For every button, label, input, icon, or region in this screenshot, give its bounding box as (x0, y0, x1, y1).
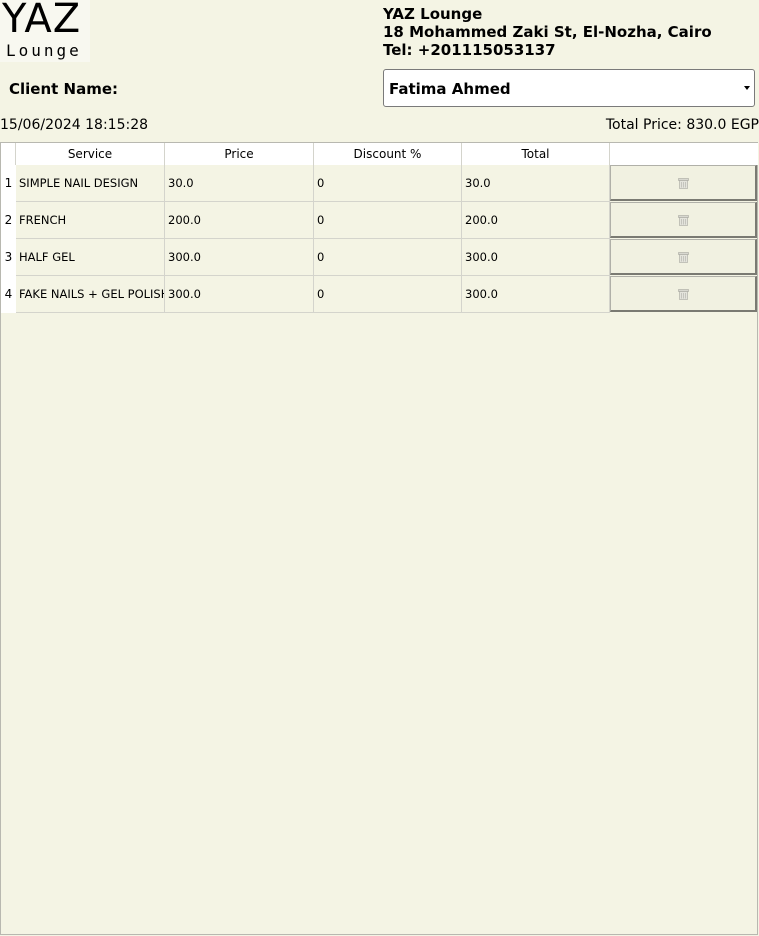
services-table: Service Price Discount % Total 1 SIMPLE … (0, 142, 758, 935)
column-header-service[interactable]: Service (16, 143, 165, 165)
logo: YAZ Lounge (0, 0, 90, 62)
discount-cell[interactable]: 0 (314, 239, 462, 276)
client-name-label: Client Name: (9, 80, 119, 98)
service-cell[interactable]: FAKE NAILS + GEL POLISH (16, 276, 165, 313)
business-phone: Tel: +201115053137 (383, 41, 556, 59)
price-cell[interactable]: 300.0 (165, 239, 314, 276)
column-header-price[interactable]: Price (165, 143, 314, 165)
service-cell[interactable]: HALF GEL (16, 239, 165, 276)
trash-icon (678, 178, 689, 189)
table-row[interactable]: 4 FAKE NAILS + GEL POLISH 300.0 0 300.0 (1, 276, 758, 313)
business-address: 18 Mohammed Zaki St, El-Nozha, Cairo (383, 23, 712, 41)
discount-cell[interactable]: 0 (314, 165, 462, 202)
discount-cell[interactable]: 0 (314, 276, 462, 313)
delete-row-button[interactable] (610, 202, 757, 238)
trash-icon (678, 252, 689, 263)
business-info: YAZ Lounge 18 Mohammed Zaki St, El-Nozha… (383, 5, 712, 59)
column-header-total[interactable]: Total (462, 143, 610, 165)
delete-row-button[interactable] (610, 165, 757, 201)
delete-row-button[interactable] (610, 276, 757, 312)
column-header-discount[interactable]: Discount % (314, 143, 462, 165)
table-row[interactable]: 2 FRENCH 200.0 0 200.0 (1, 202, 758, 239)
discount-cell[interactable]: 0 (314, 202, 462, 239)
price-cell[interactable]: 30.0 (165, 165, 314, 202)
total-cell[interactable]: 200.0 (462, 202, 610, 239)
row-number: 1 (1, 165, 16, 202)
table-header: Service Price Discount % Total (1, 143, 758, 165)
invoice-datetime: 15/06/2024 18:15:28 (0, 117, 149, 133)
trash-icon (678, 289, 689, 300)
row-number: 3 (1, 239, 16, 276)
client-select[interactable]: Fatima Ahmed (383, 69, 755, 107)
row-number: 4 (1, 276, 16, 313)
business-name: YAZ Lounge (383, 5, 483, 23)
dropdown-arrow-icon[interactable] (744, 86, 750, 90)
total-cell[interactable]: 30.0 (462, 165, 610, 202)
price-cell[interactable]: 300.0 (165, 276, 314, 313)
delete-row-button[interactable] (610, 239, 757, 275)
logo-main-text: YAZ (2, 0, 82, 42)
column-header-action (610, 143, 758, 165)
client-select-value: Fatima Ahmed (389, 80, 511, 98)
table-row[interactable]: 1 SIMPLE NAIL DESIGN 30.0 0 30.0 (1, 165, 758, 202)
trash-icon (678, 215, 689, 226)
total-price: Total Price: 830.0 EGP (605, 117, 759, 133)
price-cell[interactable]: 200.0 (165, 202, 314, 239)
total-cell[interactable]: 300.0 (462, 239, 610, 276)
total-cell[interactable]: 300.0 (462, 276, 610, 313)
row-number-header (1, 143, 16, 165)
row-number: 2 (1, 202, 16, 239)
logo-sub-text: Lounge (6, 41, 82, 60)
service-cell[interactable]: FRENCH (16, 202, 165, 239)
table-row[interactable]: 3 HALF GEL 300.0 0 300.0 (1, 239, 758, 276)
service-cell[interactable]: SIMPLE NAIL DESIGN (16, 165, 165, 202)
